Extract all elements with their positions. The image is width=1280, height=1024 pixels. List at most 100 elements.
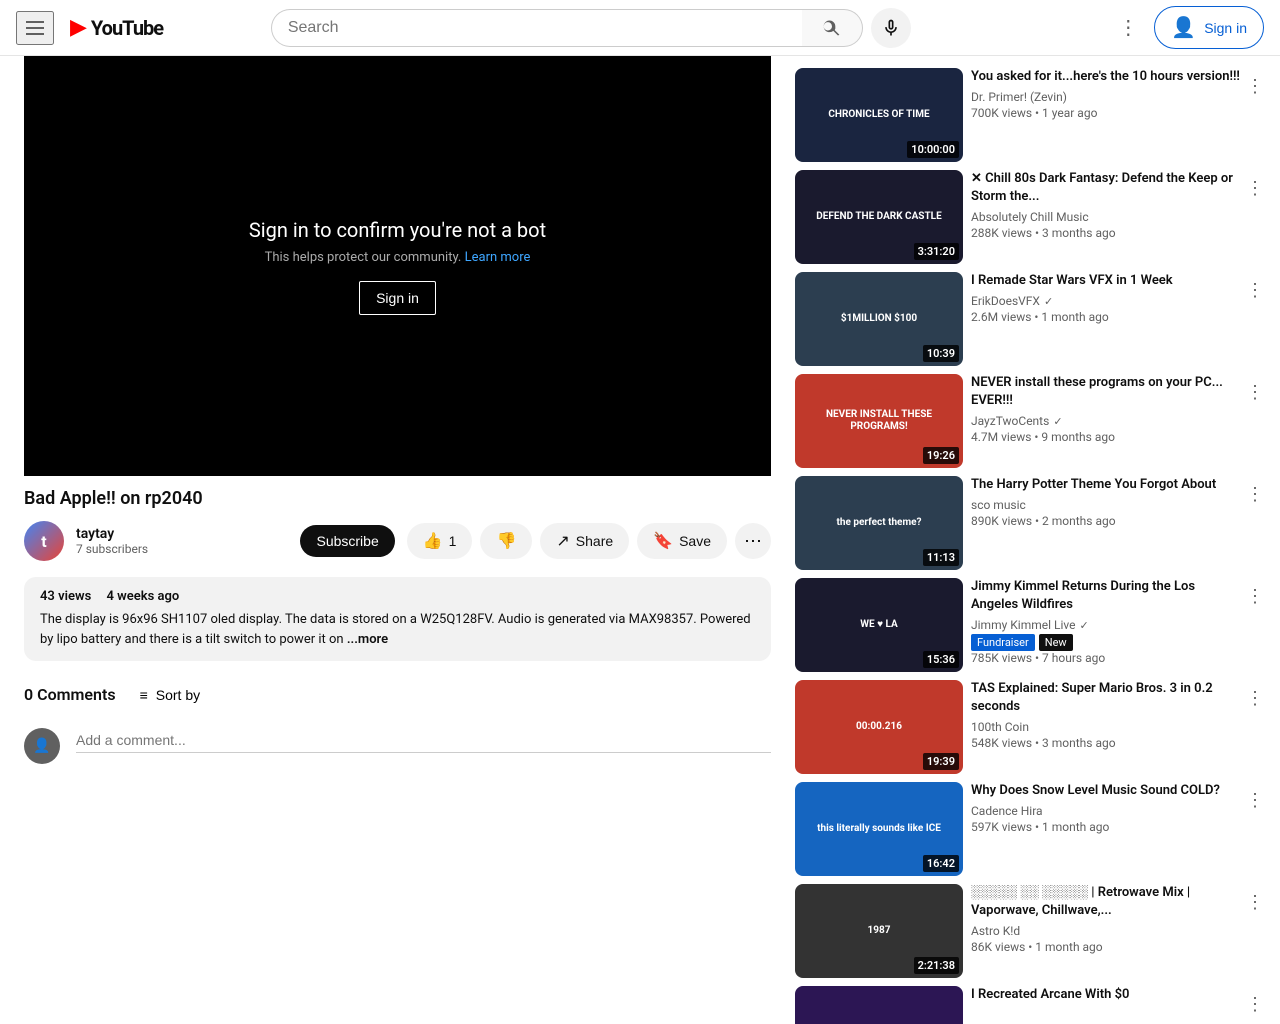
main-layout: Sign in to confirm you're not a bot This… [0, 56, 1280, 1024]
video-thumbnail: CHRONICLES OF TIME 10:00:00 [795, 68, 963, 162]
duration-badge: 19:39 [923, 753, 959, 770]
youtube-logo[interactable]: ▶ YouTube [70, 15, 163, 40]
video-card-more-button[interactable]: ⋮ [1242, 378, 1268, 407]
sign-in-overlay-button[interactable]: Sign in [359, 281, 436, 315]
video-card-more-button[interactable]: ⋮ [1242, 684, 1268, 713]
video-card-title: You asked for it...here's the 10 hours v… [971, 68, 1244, 86]
video-card-meta: 2.6M views • 1 month ago [971, 310, 1244, 324]
more-actions-button[interactable]: ⋯ [735, 523, 771, 559]
video-card-title: I Recreated Arcane With $0 [971, 986, 1244, 1004]
description-text: The display is 96x96 SH1107 oled display… [40, 610, 755, 649]
header-left: ▶ YouTube [16, 11, 163, 45]
duration-badge: 16:42 [923, 855, 959, 872]
video-card-info: NEVER install these programs on your PC.… [971, 374, 1268, 468]
video-card-channel: Dr. Primer! (Zevin) [971, 90, 1244, 104]
video-card[interactable]: WE ♥ LA 15:36 Jimmy Kimmel Returns Durin… [795, 578, 1268, 672]
video-thumbnail: 1987 2:21:38 [795, 884, 963, 978]
video-card-info: I Recreated Arcane With $0 [971, 986, 1268, 1024]
duration-badge: 10:39 [923, 345, 959, 362]
verified-icon: ✓ [1053, 415, 1062, 428]
dislike-button[interactable]: 👎 [480, 523, 532, 559]
video-card[interactable]: NEVER INSTALL THESE PROGRAMS! 19:26 NEVE… [795, 374, 1268, 468]
video-card-more-button[interactable]: ⋮ [1242, 990, 1268, 1019]
sign-in-overlay: Sign in to confirm you're not a bot This… [249, 218, 546, 315]
fundraiser-badge: Fundraiser [971, 634, 1035, 651]
video-card-more-button[interactable]: ⋮ [1242, 174, 1268, 203]
video-card[interactable]: CHRONICLES OF TIME 10:00:00 You asked fo… [795, 68, 1268, 162]
video-thumbnail: ARCANE [795, 986, 963, 1024]
video-card[interactable]: this literally sounds like ICE 16:42 Why… [795, 782, 1268, 876]
description-more-link[interactable]: ...more [347, 632, 388, 647]
video-card-info: Why Does Snow Level Music Sound COLD? Ca… [971, 782, 1268, 876]
video-thumbnail: 00:00.216 19:39 [795, 680, 963, 774]
video-card-more-button[interactable]: ⋮ [1242, 480, 1268, 509]
video-player[interactable]: Sign in to confirm you're not a bot This… [24, 56, 771, 476]
channel-info: taytay 7 subscribers [76, 526, 288, 556]
video-card-meta: 288K views • 3 months ago [971, 226, 1244, 240]
sidebar: CHRONICLES OF TIME 10:00:00 You asked fo… [795, 56, 1280, 1024]
learn-more-link[interactable]: Learn more [465, 250, 531, 265]
sign-in-button[interactable]: 👤 Sign in [1154, 6, 1264, 49]
search-button[interactable] [802, 9, 863, 47]
video-card-title: ░░░░░ ░░ ░░░░░ | Retrowave Mix | Vaporwa… [971, 884, 1244, 920]
video-thumbnail: NEVER INSTALL THESE PROGRAMS! 19:26 [795, 374, 963, 468]
share-label: Share [576, 533, 613, 549]
video-card-more-button[interactable]: ⋮ [1242, 888, 1268, 917]
duration-badge: 11:13 [923, 549, 959, 566]
duration-badge: 19:26 [923, 447, 959, 464]
subscribe-button[interactable]: Subscribe [300, 525, 394, 557]
share-button[interactable]: ↗ Share [540, 523, 629, 559]
channel-name[interactable]: taytay [76, 526, 288, 542]
search-input[interactable] [271, 9, 802, 47]
like-button[interactable]: 👍 1 [407, 523, 473, 559]
mic-button[interactable] [871, 8, 911, 48]
video-card-channel: Absolutely Chill Music [971, 210, 1244, 224]
comment-input[interactable] [76, 728, 771, 753]
more-options-button[interactable]: ⋮ [1110, 7, 1146, 48]
video-thumbnail: DEFEND THE DARK CASTLE 3:31:20 [795, 170, 963, 264]
header: ▶ YouTube ⋮ 👤 Sign in [0, 0, 1280, 56]
mic-icon [881, 18, 901, 38]
video-card-more-button[interactable]: ⋮ [1242, 786, 1268, 815]
verified-icon: ✓ [1044, 295, 1053, 308]
video-card-meta: 86K views • 1 month ago [971, 940, 1244, 954]
video-card-channel: Astro K!d [971, 924, 1244, 938]
duration-badge: 2:21:38 [914, 957, 959, 974]
video-card-more-button[interactable]: ⋮ [1242, 276, 1268, 305]
video-card-meta: 785K views • 7 hours ago [971, 651, 1244, 665]
video-card[interactable]: $1MILLION $100 10:39 I Remade Star Wars … [795, 272, 1268, 366]
save-button[interactable]: 🔖 Save [637, 523, 727, 559]
video-card-title: Jimmy Kimmel Returns During the Los Ange… [971, 578, 1244, 614]
view-count: 43 views [40, 589, 91, 604]
search-area [271, 8, 911, 48]
action-buttons: 👍 1 👎 ↗ Share 🔖 Save ⋯ [407, 523, 771, 559]
video-thumbnail: $1MILLION $100 10:39 [795, 272, 963, 366]
video-card[interactable]: DEFEND THE DARK CASTLE 3:31:20 ✕ Chill 8… [795, 170, 1268, 264]
description-box: 43 views 4 weeks ago The display is 96x9… [24, 577, 771, 661]
video-card-channel: Cadence Hira [971, 804, 1244, 818]
video-card[interactable]: the perfect theme? 11:13 The Harry Potte… [795, 476, 1268, 570]
new-badge: New [1039, 634, 1073, 651]
video-card-more-button[interactable]: ⋮ [1242, 72, 1268, 101]
search-icon [822, 18, 842, 38]
video-card-title: NEVER install these programs on your PC.… [971, 374, 1244, 410]
video-card-info: ░░░░░ ░░ ░░░░░ | Retrowave Mix | Vaporwa… [971, 884, 1268, 978]
comments-count: 0 Comments [24, 685, 116, 704]
hamburger-menu-button[interactable] [16, 11, 54, 45]
video-card[interactable]: ARCANE I Recreated Arcane With $0 ⋮ [795, 986, 1268, 1024]
verified-icon: ✓ [1079, 619, 1088, 632]
video-thumbnail: WE ♥ LA 15:36 [795, 578, 963, 672]
video-area: Sign in to confirm you're not a bot This… [0, 56, 795, 1024]
video-thumbnail: this literally sounds like ICE 16:42 [795, 782, 963, 876]
video-card[interactable]: 1987 2:21:38 ░░░░░ ░░ ░░░░░ | Retrowave … [795, 884, 1268, 978]
sort-button[interactable]: ≡ Sort by [140, 687, 201, 703]
video-card-more-button[interactable]: ⋮ [1242, 582, 1268, 611]
channel-subs: 7 subscribers [76, 542, 288, 556]
duration-badge: 10:00:00 [907, 141, 959, 158]
video-card[interactable]: 00:00.216 19:39 TAS Explained: Super Mar… [795, 680, 1268, 774]
video-card-info: I Remade Star Wars VFX in 1 Week ErikDoe… [971, 272, 1268, 366]
video-thumbnail: the perfect theme? 11:13 [795, 476, 963, 570]
channel-avatar: t [24, 521, 64, 561]
video-card-channel: 100th Coin [971, 720, 1244, 734]
video-card-channel: Jimmy Kimmel Live✓ [971, 618, 1244, 632]
